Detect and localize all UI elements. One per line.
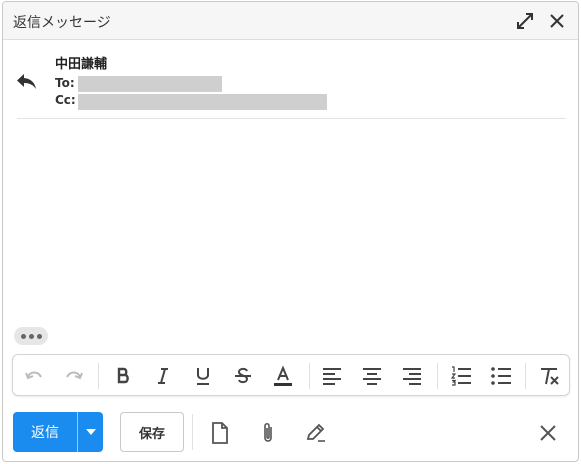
expand-icon[interactable]	[514, 10, 536, 32]
unordered-list-icon[interactable]	[490, 365, 512, 387]
toolbar-divider	[525, 363, 526, 389]
reply-send-button[interactable]: 返信	[13, 412, 77, 452]
redo-icon[interactable]	[63, 365, 85, 387]
compose-window: 返信メッセージ 中田謙輔 To: Cc: 返信 保存	[2, 1, 579, 462]
to-label: To:	[55, 76, 75, 90]
save-draft-button[interactable]: 保存	[120, 412, 184, 452]
send-options-dropdown[interactable]	[78, 412, 103, 452]
reply-icon	[15, 71, 39, 91]
align-left-icon[interactable]	[321, 365, 343, 387]
toolbar-divider	[98, 363, 99, 389]
strikethrough-icon[interactable]	[232, 365, 254, 387]
formatting-toolbar	[12, 354, 570, 396]
window-title: 返信メッセージ	[13, 15, 111, 31]
title-bar: 返信メッセージ	[3, 2, 578, 40]
align-right-icon[interactable]	[401, 365, 423, 387]
reply-send-button-group: 返信	[13, 412, 103, 452]
undo-icon[interactable]	[23, 365, 45, 387]
attachment-icon[interactable]	[256, 421, 280, 445]
ordered-list-icon[interactable]	[450, 365, 472, 387]
text-color-icon[interactable]	[272, 365, 294, 387]
caret-down-icon	[85, 429, 96, 435]
footer-divider	[192, 414, 193, 450]
header-divider	[17, 118, 566, 119]
clear-formatting-icon[interactable]	[538, 365, 560, 387]
align-center-icon[interactable]	[361, 365, 383, 387]
template-document-icon[interactable]	[208, 421, 232, 445]
message-body[interactable]	[3, 120, 578, 320]
sender-name: 中田謙輔	[55, 57, 108, 72]
italic-icon[interactable]	[152, 365, 174, 387]
underline-icon[interactable]	[192, 365, 214, 387]
to-recipient-redacted	[78, 76, 222, 92]
discard-close-icon[interactable]	[536, 421, 560, 445]
signature-pen-icon[interactable]	[304, 421, 328, 445]
show-quoted-text-button[interactable]	[14, 327, 48, 345]
close-icon[interactable]	[546, 10, 568, 32]
toolbar-divider	[309, 363, 310, 389]
bold-icon[interactable]	[112, 365, 134, 387]
cc-label: Cc:	[55, 93, 76, 107]
toolbar-divider	[437, 363, 438, 389]
cc-recipient-redacted	[78, 94, 327, 110]
